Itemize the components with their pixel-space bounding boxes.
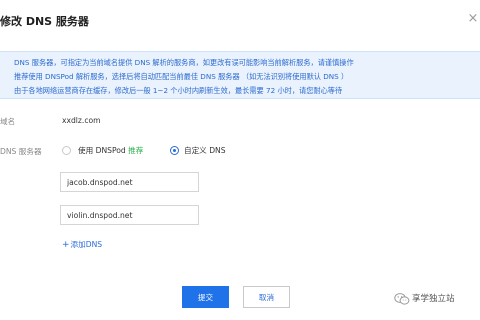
plus-icon: +	[62, 240, 70, 250]
notice-line: DNS 服务器，可指定为当前域名提供 DNS 解析的服务商，如更改有误可能影响当…	[14, 58, 354, 67]
radio-option-text: 使用 DNSPod	[78, 146, 126, 155]
radio-custom-dns[interactable]	[170, 146, 179, 155]
dialog-title: 修改 DNS 服务器	[0, 15, 89, 28]
submit-button[interactable]: 提交	[182, 286, 229, 308]
close-icon[interactable]: ×	[466, 12, 480, 26]
dns-server-input-2[interactable]	[60, 205, 199, 225]
notice-line: 由于各地网络运营商存在缓存，修改后一般 1~2 个小时内刷新生效，最长需要 72…	[14, 86, 343, 95]
radio-use-dnspod[interactable]	[62, 146, 71, 155]
notice-banner: DNS 服务器，可指定为当前域名提供 DNS 解析的服务商，如更改有误可能影响当…	[0, 51, 480, 99]
dns-server-label: DNS 服务器	[0, 147, 42, 156]
notice-line: 推荐使用 DNSPod 解析服务，选择后将自动匹配当前最佳 DNS 服务器 （如…	[14, 72, 349, 81]
watermark-text: 享学独立站	[412, 294, 455, 304]
radio-use-dnspod-label[interactable]: 使用 DNSPod 推荐	[78, 145, 143, 156]
add-dns-label: 添加DNS	[70, 240, 103, 249]
domain-value: xxdlz.com	[62, 116, 101, 125]
dns-server-input-1[interactable]	[60, 172, 199, 192]
add-dns-link[interactable]: +添加DNS	[62, 239, 102, 250]
radio-custom-dns-label[interactable]: 自定义 DNS	[184, 145, 226, 156]
domain-label: 域名	[0, 117, 16, 126]
cancel-button[interactable]: 取消	[243, 286, 290, 308]
wechat-icon	[394, 291, 410, 310]
recommend-tag: 推荐	[128, 146, 144, 155]
